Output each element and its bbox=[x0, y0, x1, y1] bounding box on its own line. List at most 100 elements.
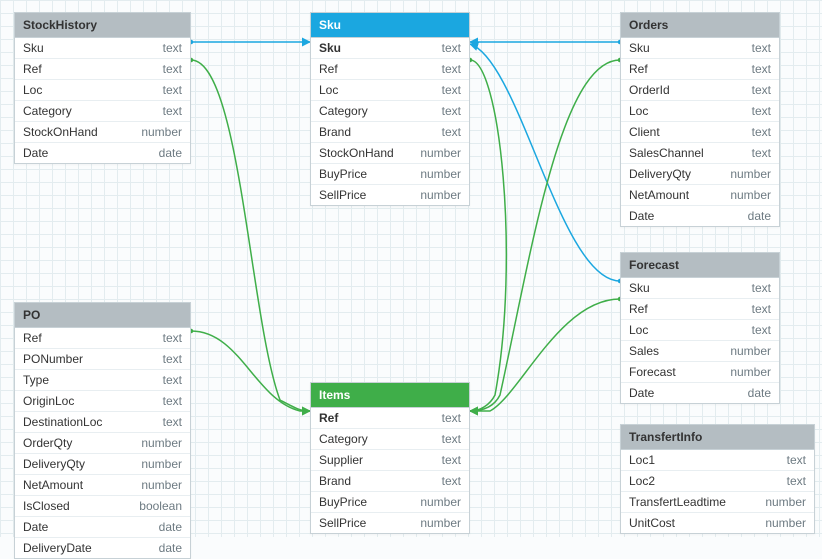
column-type: number bbox=[420, 167, 461, 181]
column-type: date bbox=[748, 386, 771, 400]
column-row[interactable]: Skutext bbox=[15, 38, 190, 59]
column-row[interactable]: NetAmountnumber bbox=[621, 185, 779, 206]
column-type: number bbox=[420, 516, 461, 530]
column-row[interactable]: Category text bbox=[311, 429, 469, 450]
column-type: text bbox=[442, 453, 461, 467]
column-name: Loc bbox=[629, 323, 648, 337]
column-type: text bbox=[752, 62, 771, 76]
column-name: Client bbox=[629, 125, 660, 139]
column-name: DeliveryDate bbox=[23, 541, 92, 555]
column-type: text bbox=[442, 411, 461, 425]
table-sku[interactable]: Sku SkutextReftextLoctextCategorytextBra… bbox=[310, 12, 470, 206]
column-type: date bbox=[159, 520, 182, 534]
column-name: Sales bbox=[629, 344, 659, 358]
column-row[interactable]: IsClosedboolean bbox=[15, 496, 190, 517]
column-row[interactable]: Reftext bbox=[15, 59, 190, 80]
column-type: text bbox=[752, 125, 771, 139]
column-row[interactable]: Forecastnumber bbox=[621, 362, 779, 383]
column-row[interactable]: OrderIdtext bbox=[621, 80, 779, 101]
table-transfertinfo[interactable]: TransfertInfo Loc1text Loc2 text TransfertL… bbox=[620, 424, 815, 534]
column-row[interactable]: UnitCostnumber bbox=[621, 513, 814, 533]
table-items[interactable]: Items ReftextCategorytextSuppliertextBra… bbox=[310, 382, 470, 534]
column-row[interactable]: StockOnHandnumber bbox=[311, 143, 469, 164]
column-row[interactable]: SellPricenumber bbox=[311, 185, 469, 205]
table-forecast[interactable]: Forecast SkutextReftextLoctextSalesnumbe… bbox=[620, 252, 780, 404]
table-title: TransfertInfo bbox=[621, 425, 814, 450]
column-type: text bbox=[442, 62, 461, 76]
column-row[interactable]: Type text bbox=[15, 370, 190, 391]
column-row[interactable]: PONumbertext bbox=[15, 349, 190, 370]
column-row[interactable]: BuyPricenumber bbox=[311, 492, 469, 513]
column-name: Ref bbox=[629, 302, 648, 316]
table-columns: Loc1text Loc2 text TransfertLeadtimenumberU… bbox=[621, 450, 814, 533]
column-type: text bbox=[163, 41, 182, 55]
column-row[interactable]: Datedate bbox=[621, 383, 779, 403]
column-row[interactable]: Skutext bbox=[621, 278, 779, 299]
column-row[interactable]: Reftext bbox=[15, 328, 190, 349]
column-row[interactable]: Reftext bbox=[311, 59, 469, 80]
column-row[interactable]: Brandtext bbox=[311, 122, 469, 143]
column-row[interactable]: Datedate bbox=[15, 143, 190, 163]
column-row[interactable]: Client text bbox=[621, 122, 779, 143]
column-type: text bbox=[442, 432, 461, 446]
column-row[interactable]: Loc text bbox=[311, 80, 469, 101]
column-type: text bbox=[442, 83, 461, 97]
table-orders[interactable]: Orders SkutextReftextOrderIdtextLoctextC… bbox=[620, 12, 780, 227]
column-name: SalesChannel bbox=[629, 146, 704, 160]
table-stockhistory[interactable]: StockHistory SkutextReftextLoctextCatego… bbox=[14, 12, 191, 164]
column-name: StockOnHand bbox=[23, 125, 98, 139]
column-row[interactable]: Datedate bbox=[15, 517, 190, 538]
column-name: BuyPrice bbox=[319, 495, 367, 509]
column-row[interactable]: DeliveryDate date bbox=[15, 538, 190, 558]
column-row[interactable]: Categorytext bbox=[15, 101, 190, 122]
column-row[interactable]: Reftext bbox=[621, 299, 779, 320]
column-row[interactable]: Suppliertext bbox=[311, 450, 469, 471]
column-name: Date bbox=[629, 209, 654, 223]
column-row[interactable]: DeliveryQtynumber bbox=[15, 454, 190, 475]
column-row[interactable]: DeliveryQtynumber bbox=[621, 164, 779, 185]
column-row[interactable]: BuyPricenumber bbox=[311, 164, 469, 185]
column-row[interactable]: SellPrice number bbox=[311, 513, 469, 533]
column-row[interactable]: Loctext bbox=[621, 320, 779, 341]
column-type: text bbox=[163, 373, 182, 387]
table-po[interactable]: PO ReftextPONumbertext Type text OriginLoct… bbox=[14, 302, 191, 559]
column-row[interactable]: OrderQtynumber bbox=[15, 433, 190, 454]
column-row[interactable]: Brandtext bbox=[311, 471, 469, 492]
column-row[interactable]: Loctext bbox=[621, 101, 779, 122]
column-name: SellPrice bbox=[319, 188, 366, 202]
column-row[interactable]: Loc1text bbox=[621, 450, 814, 471]
table-columns: SkutextReftextLoctextCategorytextStockOn… bbox=[15, 38, 190, 163]
column-row[interactable]: Categorytext bbox=[311, 101, 469, 122]
column-name: Category bbox=[319, 432, 368, 446]
column-row[interactable]: Reftext bbox=[311, 408, 469, 429]
column-row[interactable]: Reftext bbox=[621, 59, 779, 80]
column-row[interactable]: Loctext bbox=[15, 80, 190, 101]
column-row[interactable]: NetAmountnumber bbox=[15, 475, 190, 496]
column-name: Loc2 bbox=[629, 474, 655, 488]
column-name: Forecast bbox=[629, 365, 676, 379]
column-type: date bbox=[159, 146, 182, 160]
column-row[interactable]: StockOnHandnumber bbox=[15, 122, 190, 143]
column-type: date bbox=[159, 541, 182, 555]
column-type: text bbox=[752, 83, 771, 97]
column-name: Type bbox=[23, 373, 49, 387]
column-name: Loc bbox=[319, 83, 338, 97]
table-title: PO bbox=[15, 303, 190, 328]
column-name: OrderQty bbox=[23, 436, 72, 450]
column-type: text bbox=[163, 352, 182, 366]
column-type: text bbox=[442, 41, 461, 55]
column-row[interactable]: Skutext bbox=[311, 38, 469, 59]
column-type: text bbox=[752, 41, 771, 55]
column-name: SellPrice bbox=[319, 516, 366, 530]
column-type: boolean bbox=[139, 499, 182, 513]
column-type: text bbox=[787, 474, 806, 488]
column-row[interactable]: Salesnumber bbox=[621, 341, 779, 362]
column-row[interactable]: TransfertLeadtimenumber bbox=[621, 492, 814, 513]
column-row[interactable]: SalesChanneltext bbox=[621, 143, 779, 164]
column-row[interactable]: Skutext bbox=[621, 38, 779, 59]
column-row[interactable]: Datedate bbox=[621, 206, 779, 226]
column-row[interactable]: OriginLoctext bbox=[15, 391, 190, 412]
column-row[interactable]: Loc2 text bbox=[621, 471, 814, 492]
column-type: number bbox=[420, 146, 461, 160]
column-row[interactable]: DestinationLoctext bbox=[15, 412, 190, 433]
